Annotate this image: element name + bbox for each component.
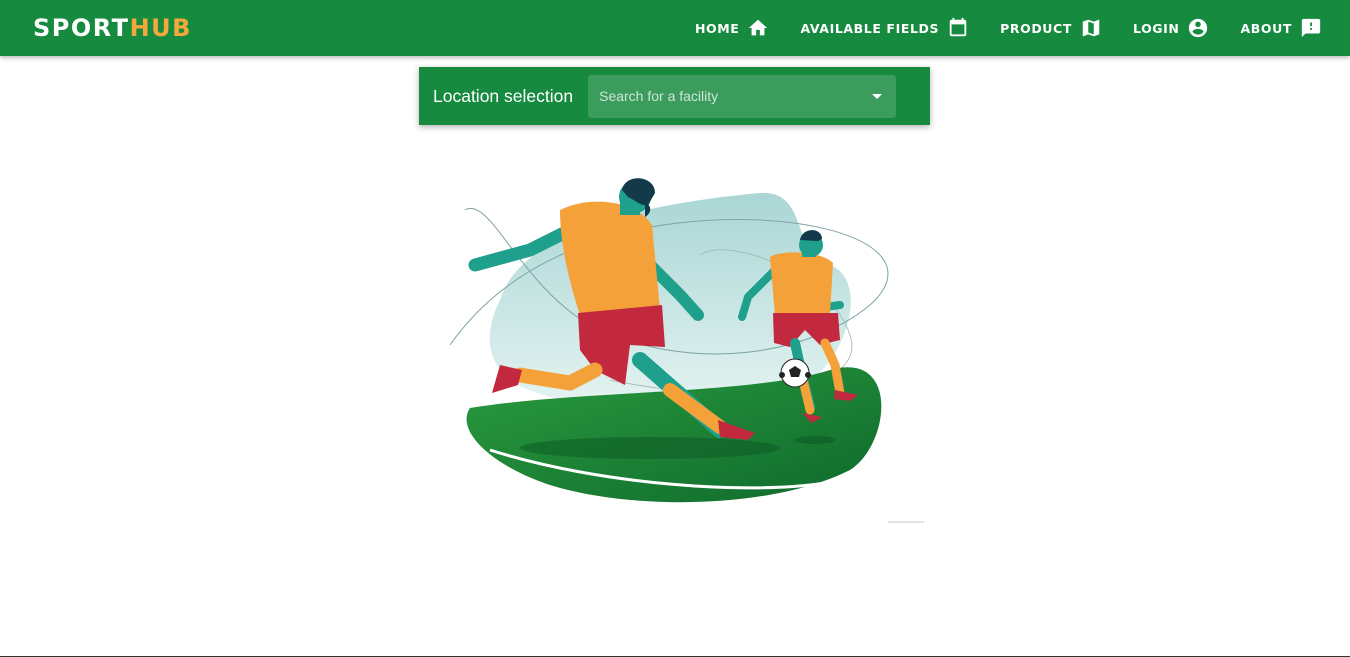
app-bar: SPORTHUB HOME AVAILABLE FIELDS PRODUCT L… xyxy=(0,0,1350,56)
nav-about-label: ABOUT xyxy=(1240,20,1292,36)
calendar-icon xyxy=(947,17,969,39)
location-title: Location selection xyxy=(433,85,574,106)
brand-sport: SPORT xyxy=(33,14,130,42)
nav-about[interactable]: ABOUT xyxy=(1240,17,1322,39)
facility-search-select[interactable]: Search for a facility xyxy=(588,74,897,118)
nav-home[interactable]: HOME xyxy=(695,17,769,39)
account-circle-icon xyxy=(1187,17,1209,39)
home-icon xyxy=(747,17,769,39)
main-nav: HOME AVAILABLE FIELDS PRODUCT LOGIN ABOU… xyxy=(695,17,1322,39)
brand-hub: HUB xyxy=(129,14,192,42)
nav-product[interactable]: PRODUCT xyxy=(1000,17,1102,39)
nav-available-fields-label: AVAILABLE FIELDS xyxy=(800,20,940,36)
nav-home-label: HOME xyxy=(694,20,740,36)
soccer-players-illustration xyxy=(430,165,930,535)
feedback-icon xyxy=(1300,17,1322,39)
nav-login[interactable]: LOGIN xyxy=(1133,17,1210,39)
nav-login-label: LOGIN xyxy=(1132,20,1180,36)
map-icon xyxy=(1080,17,1102,39)
brand-logo[interactable]: SPORTHUB xyxy=(33,14,192,42)
nav-product-label: PRODUCT xyxy=(1000,20,1072,36)
dropdown-arrow-icon xyxy=(872,93,883,99)
nav-available-fields[interactable]: AVAILABLE FIELDS xyxy=(800,17,969,39)
location-selection-bar: Location selection Search for a facility xyxy=(419,67,930,125)
facility-search-placeholder: Search for a facility xyxy=(599,88,719,104)
